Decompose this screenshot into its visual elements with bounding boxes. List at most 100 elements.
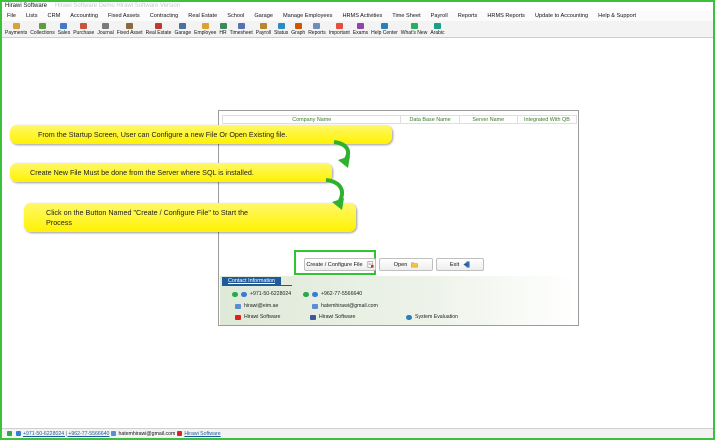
menu-contracting[interactable]: Contracting <box>145 13 184 19</box>
open-label: Open <box>393 261 408 268</box>
tab-underline <box>222 285 292 286</box>
toolbar-status[interactable]: Status <box>274 23 288 37</box>
col-server-name[interactable]: Server Name <box>460 116 518 123</box>
toolbar-label: Sales <box>57 30 71 36</box>
toolbar-garage[interactable]: Garage <box>174 23 191 37</box>
menu-real-estate[interactable]: Real Estate <box>183 13 222 19</box>
toolbar-reports[interactable]: Reports <box>308 23 326 37</box>
timesheet-icon <box>237 23 245 29</box>
menu-hrms-reports[interactable]: HRMS Reports <box>482 13 530 19</box>
toolbar-timesheet[interactable]: Timesheet <box>230 23 253 37</box>
hr-icon <box>219 23 227 29</box>
whatsapp-icon <box>312 291 318 297</box>
menu-lists[interactable]: Lists <box>21 13 43 19</box>
toolbar-payments[interactable]: Payments <box>5 23 27 37</box>
facebook-link[interactable]: Hirawi Software <box>310 314 355 320</box>
reports-icon <box>313 23 321 29</box>
title-bar: Hirawi Software Hirawi Software Demo Hir… <box>2 2 713 10</box>
toolbar-important[interactable]: Important <box>329 23 350 37</box>
phone-primary: +971-50-6228024 <box>232 291 291 297</box>
whatsapp-icon <box>241 291 247 297</box>
garage-icon <box>179 23 187 29</box>
toolbar-fixed-asset[interactable]: Fixed Asset <box>117 23 143 37</box>
toolbar-employee[interactable]: Employee <box>194 23 216 37</box>
open-button[interactable]: Open <box>379 258 433 271</box>
toolbar-help-center[interactable]: Help Center <box>371 23 398 37</box>
callout-click-button: Click on the Button Named "Create / Conf… <box>24 203 356 232</box>
email-primary-text: hirawi@eim.ae <box>244 303 279 309</box>
toolbar-label: Status <box>274 30 289 36</box>
col-integrated-qb[interactable]: Integrated With QB <box>518 116 576 123</box>
menu-manage-employees[interactable]: Manage Employees <box>278 13 337 19</box>
menu-time-sheet[interactable]: Time Sheet <box>387 13 425 19</box>
phone-secondary-text: +962-77-5566640 <box>321 291 363 297</box>
toolbar-payroll[interactable]: Payroll <box>256 23 271 37</box>
status-icon <box>277 23 285 29</box>
toolbar-label: Journal <box>97 30 114 36</box>
status-email: hatemhirawi@gmail.com <box>118 430 176 437</box>
create-configure-label: Create / Configure File <box>306 261 363 268</box>
menu-reports[interactable]: Reports <box>453 13 483 19</box>
toolbar-label: Fixed Asset <box>116 30 143 36</box>
toolbar-label: Payments <box>5 30 28 36</box>
toolbar-collections[interactable]: Collections <box>30 23 55 37</box>
menu-help-support[interactable]: Help & Support <box>593 13 641 19</box>
toolbar-arabic[interactable]: Arabic <box>430 23 445 37</box>
col-company-name[interactable]: Company Name <box>223 116 402 123</box>
system-evaluation-link[interactable]: System Evaluation <box>406 314 458 320</box>
window-subtitle: Hirawi Software Demo Hirawi Software Ver… <box>55 3 181 9</box>
toolbar-sales[interactable]: Sales <box>57 23 71 37</box>
help-center-icon <box>380 23 388 29</box>
status-phones[interactable]: +971-50-6228024 | +962-77-5566640 <box>23 431 109 437</box>
phone-icon <box>303 291 309 297</box>
menu-garage[interactable]: Garage <box>249 13 278 19</box>
toolbar-graph[interactable]: Graph <box>291 23 305 37</box>
menu-hrms-activities[interactable]: HRMS Activities <box>337 13 387 19</box>
exams-icon <box>356 23 364 29</box>
exit-button[interactable]: Exit <box>436 258 484 271</box>
toolbar-label: HR <box>219 30 227 36</box>
menu-bar: File Lists CRM Accounting Fixed Assets C… <box>2 11 713 21</box>
phone-icon <box>232 291 238 297</box>
toolbar-label: Exams <box>352 30 369 36</box>
toolbar-label: Garage <box>174 30 192 36</box>
toolbar-label: Employee <box>194 30 217 36</box>
menu-update-to-accounting[interactable]: Update to Accounting <box>530 13 593 19</box>
toolbar-label: Collections <box>30 30 55 36</box>
purchase-icon <box>80 23 88 29</box>
youtube-icon <box>235 314 241 320</box>
create-configure-button[interactable]: Create / Configure File <box>304 258 376 271</box>
graph-icon <box>294 23 302 29</box>
menu-school[interactable]: School <box>222 13 249 19</box>
menu-payroll[interactable]: Payroll <box>426 13 453 19</box>
toolbar-purchase[interactable]: Purchase <box>73 23 94 37</box>
journal-icon <box>102 23 110 29</box>
toolbar-exams[interactable]: Exams <box>353 23 368 37</box>
important-icon <box>335 23 343 29</box>
whats-new-icon <box>410 23 418 29</box>
toolbar-real-estate[interactable]: Real Estate <box>146 23 171 37</box>
evaluation-text: System Evaluation <box>415 314 458 320</box>
menu-accounting[interactable]: Accounting <box>65 13 103 19</box>
window-title: Hirawi Software <box>5 3 48 9</box>
menu-crm[interactable]: CRM <box>43 13 66 19</box>
facebook-text: Hirawi Software <box>319 314 356 320</box>
youtube-icon <box>177 431 183 436</box>
toolbar-label: Graph <box>291 30 306 36</box>
evaluation-icon <box>406 314 412 320</box>
toolbar-hr[interactable]: HR <box>219 23 227 37</box>
email-icon <box>235 303 241 309</box>
menu-fixed-assets[interactable]: Fixed Assets <box>103 13 145 19</box>
arabic-icon <box>433 23 441 29</box>
toolbar-journal[interactable]: Journal <box>97 23 114 37</box>
status-youtube[interactable]: Hirawi Software <box>184 431 220 437</box>
youtube-link[interactable]: Hirawi Software <box>235 314 280 320</box>
toolbar-whats-new[interactable]: What's New <box>401 23 427 37</box>
menu-file[interactable]: File <box>2 13 21 19</box>
contact-info-tab[interactable]: Contact Information <box>222 277 282 285</box>
fixed-asset-icon <box>126 23 134 29</box>
file-edit-icon <box>367 261 374 268</box>
email-secondary-text: hatemhirawi@gmail.com <box>321 303 378 309</box>
col-database-name[interactable]: Data Base Name <box>401 116 460 123</box>
status-bar: +971-50-6228024 | +962-77-5566640 hatemh… <box>2 428 713 438</box>
